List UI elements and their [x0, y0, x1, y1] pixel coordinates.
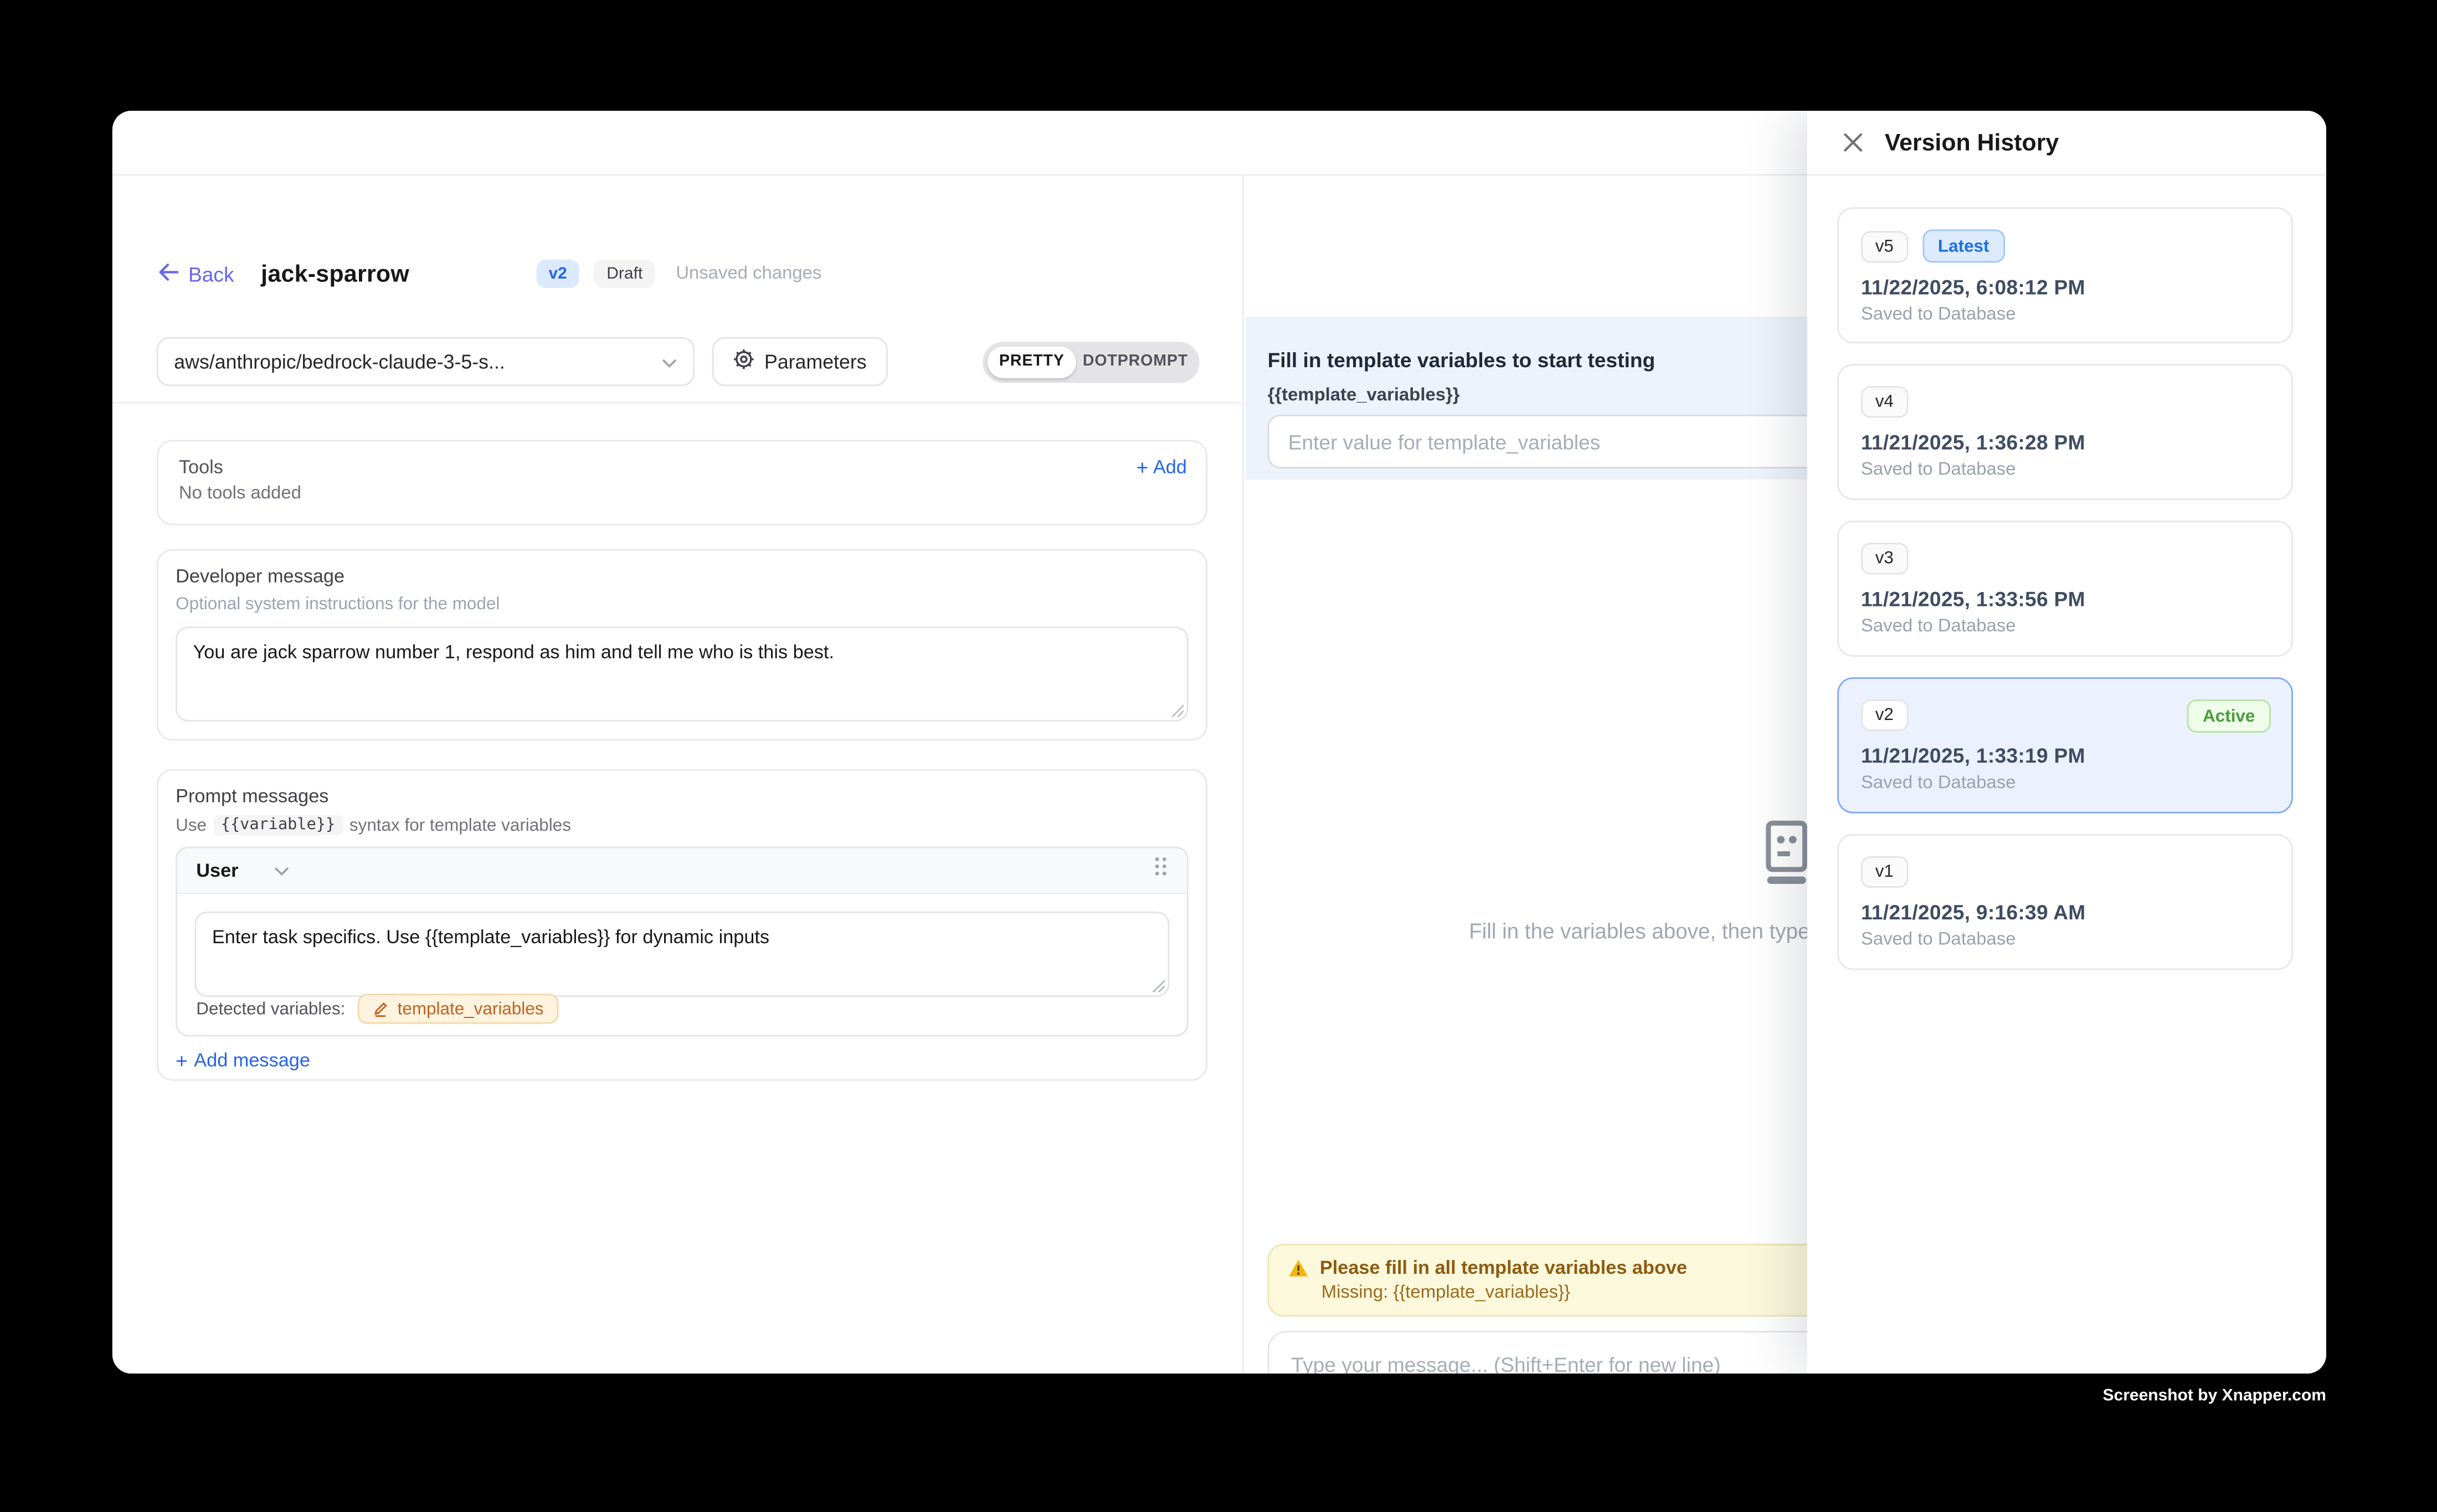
breadcrumb: Back jack-sparrow v2 Draft Unsaved chang…: [158, 256, 822, 291]
tools-empty-text: No tools added: [158, 478, 1206, 503]
chevron-down-icon: [273, 865, 289, 876]
toggle-pretty[interactable]: PRETTY: [988, 347, 1076, 378]
plus-icon: +: [1137, 456, 1149, 477]
version-card[interactable]: v1 11/21/2025, 9:16:39 AM Saved to Datab…: [1837, 834, 2293, 970]
detected-variable-name: template_variables: [398, 999, 544, 1018]
version-status-badge: Active: [2187, 700, 2271, 733]
version-list: v5 Latest 11/22/2025, 6:08:12 PM Saved t…: [1837, 207, 2293, 990]
divider: [112, 402, 1242, 404]
unsaved-changes-label: Unsaved changes: [676, 264, 821, 283]
version-status-badge: Latest: [1922, 229, 2005, 263]
version-timestamp: 11/22/2025, 6:08:12 PM: [1861, 276, 2269, 300]
warning-icon: [1288, 1257, 1309, 1278]
back-label: Back: [188, 262, 234, 286]
screenshot-stage: Back jack-sparrow v2 Draft Unsaved chang…: [0, 0, 2437, 1512]
add-tool-button[interactable]: + Add: [1137, 456, 1187, 478]
back-button[interactable]: Back: [158, 262, 234, 286]
warning-title: Please fill in all template variables ab…: [1320, 1257, 1687, 1279]
version-timestamp: 11/21/2025, 9:16:39 AM: [1861, 901, 2269, 925]
version-number-badge: v4: [1861, 386, 1908, 418]
tools-section: Tools + Add No tools added: [157, 440, 1207, 525]
user-message-textarea[interactable]: Enter task specifics. Use {{template_var…: [194, 912, 1169, 997]
developer-message-subtitle: Optional system instructions for the mod…: [176, 595, 1189, 614]
app-window: Back jack-sparrow v2 Draft Unsaved chang…: [112, 111, 2326, 1374]
model-selector-value: aws/anthropic/bedrock-claude-3-5-s...: [174, 351, 661, 373]
version-saved-label: Saved to Database: [1861, 461, 2269, 480]
parameters-label: Parameters: [764, 351, 867, 373]
version-card[interactable]: v3 11/21/2025, 1:33:56 PM Saved to Datab…: [1837, 521, 2293, 657]
detected-variable-chip[interactable]: template_variables: [358, 994, 558, 1024]
hint-suffix: syntax for template variables: [349, 816, 571, 835]
detected-variables-row: Detected variables: template_variables: [196, 994, 558, 1024]
version-timestamp: 11/21/2025, 1:33:56 PM: [1861, 588, 2269, 611]
version-card[interactable]: v5 Latest 11/22/2025, 6:08:12 PM Saved t…: [1837, 207, 2293, 343]
message-header: User: [177, 848, 1187, 894]
close-button[interactable]: [1842, 131, 1864, 153]
version-number-badge: v1: [1861, 856, 1908, 888]
version-saved-label: Saved to Database: [1861, 306, 2269, 325]
role-selector[interactable]: User: [196, 859, 289, 881]
prompt-messages-section: Prompt messages Use {{variable}} syntax …: [157, 769, 1207, 1081]
model-selector[interactable]: aws/anthropic/bedrock-claude-3-5-s...: [157, 337, 695, 387]
drag-handle-icon[interactable]: [1154, 856, 1168, 884]
plus-icon: +: [176, 1050, 188, 1071]
version-history-title: Version History: [1885, 129, 2059, 156]
pencil-icon: [372, 1000, 389, 1017]
detected-variables-label: Detected variables:: [196, 999, 345, 1018]
gear-icon: [733, 348, 755, 376]
close-icon: [1842, 131, 1864, 153]
role-value: User: [196, 859, 238, 881]
draft-badge: Draft: [594, 259, 655, 289]
version-number-badge: v2: [1861, 700, 1908, 732]
prompt-messages-title: Prompt messages: [176, 785, 1189, 807]
variable-syntax-hint: Use {{variable}} syntax for template var…: [176, 815, 1189, 835]
version-saved-label: Saved to Database: [1861, 931, 2269, 950]
variable-code-chip: {{variable}}: [213, 815, 343, 835]
hint-prefix: Use: [176, 816, 207, 835]
developer-message-textarea[interactable]: You are jack sparrow number 1, respond a…: [176, 626, 1189, 721]
version-history-header: Version History: [1807, 111, 2326, 176]
tools-title: Tools: [179, 456, 223, 478]
version-card[interactable]: v2 Active 11/21/2025, 1:33:19 PM Saved t…: [1837, 677, 2293, 814]
version-card[interactable]: v4 11/21/2025, 1:36:28 PM Saved to Datab…: [1837, 364, 2293, 500]
version-saved-label: Saved to Database: [1861, 618, 2269, 636]
message-block: User Enter task specifics. Use: [176, 847, 1189, 1037]
watermark-text: Screenshot by Xnapper.com: [0, 1386, 2326, 1405]
developer-message-title: Developer message: [176, 565, 1189, 587]
chevron-down-icon: [661, 347, 677, 376]
version-saved-label: Saved to Database: [1861, 774, 2269, 793]
version-history-panel: Version History v5 Latest 11/22/2025, 6:…: [1807, 111, 2326, 1374]
version-number-badge: v3: [1861, 543, 1908, 575]
add-message-label: Add message: [194, 1049, 310, 1071]
page-title: jack-sparrow: [261, 260, 409, 287]
prompt-editor-pane: Back jack-sparrow v2 Draft Unsaved chang…: [112, 176, 1244, 1374]
arrow-left-icon: [158, 262, 179, 286]
version-badge: v2: [536, 259, 580, 289]
parameters-button[interactable]: Parameters: [712, 337, 887, 387]
version-number-badge: v5: [1861, 230, 1908, 263]
version-timestamp: 11/21/2025, 1:33:19 PM: [1861, 744, 2269, 768]
version-timestamp: 11/21/2025, 1:36:28 PM: [1861, 431, 2269, 455]
toggle-dotprompt[interactable]: DOTPROMPT: [1076, 347, 1195, 378]
add-tool-label: Add: [1153, 456, 1187, 478]
view-mode-toggle: PRETTY DOTPROMPT: [983, 342, 1199, 383]
add-message-button[interactable]: + Add message: [176, 1049, 310, 1071]
developer-message-section: Developer message Optional system instru…: [157, 549, 1207, 740]
